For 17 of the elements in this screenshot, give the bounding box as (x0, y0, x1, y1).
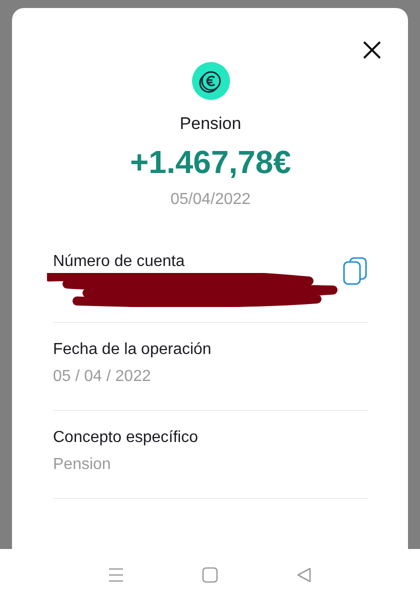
transaction-amount: +1.467,78€ (130, 144, 292, 181)
back-button[interactable] (296, 567, 312, 583)
transaction-title: Pension (180, 114, 242, 134)
field-value: Pension (53, 456, 112, 474)
euro-coins-icon (192, 62, 230, 100)
copy-icon (342, 257, 368, 285)
transaction-date: 05/04/2022 (170, 191, 251, 209)
square-icon (202, 567, 218, 583)
menu-button[interactable] (108, 567, 124, 583)
menu-icon (108, 567, 124, 583)
copy-button[interactable] (342, 257, 368, 285)
field-label: Fecha de la operación (53, 341, 212, 359)
field-value: 05 / 04 / 2022 (53, 368, 152, 386)
back-icon (296, 567, 312, 583)
field-label: Número de cuenta (53, 253, 185, 271)
home-button[interactable] (202, 567, 218, 583)
field-label: Concepto específico (53, 429, 198, 447)
